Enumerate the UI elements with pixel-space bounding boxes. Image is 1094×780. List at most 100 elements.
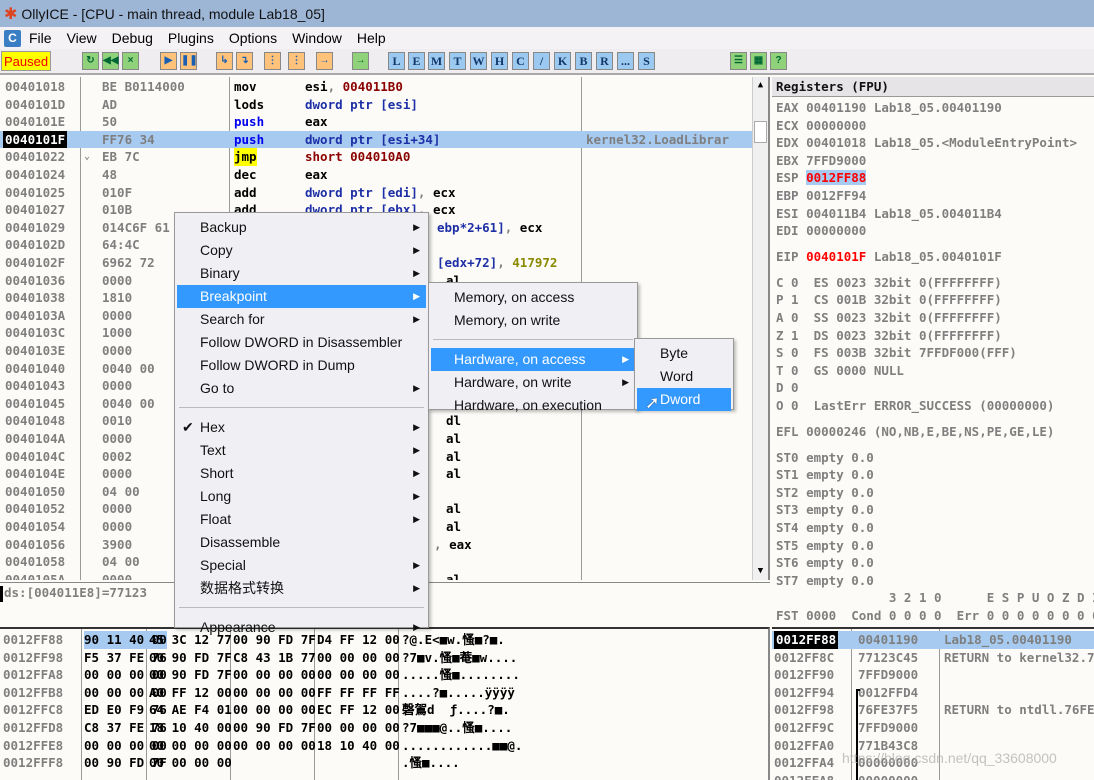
menu-item-copy[interactable]: Copy ▶ (177, 239, 426, 262)
menu-view[interactable]: View (67, 30, 97, 46)
stack-row[interactable]: 0012FFA8 00000000 (772, 772, 1094, 780)
open-icon[interactable]: ↻ (82, 52, 99, 70)
dump-row[interactable]: 0012FFC8 ED E0 F9 76 64 AE F4 01 00 00 00 0… (0, 701, 768, 719)
current-instruction-row[interactable]: 0040101F FF76 34 push dword ptr [esi+34] ker… (0, 130, 752, 149)
pause-icon[interactable]: ❚❚ (180, 52, 198, 70)
fst-row[interactable]: FST 0000 Cond 0 0 0 0 Err 0 0 0 0 0 0 0 … (776, 607, 1094, 625)
dump-row[interactable]: 0012FFF8 00 90 FD 7F 00 00 00 00 .慅■.... (0, 754, 768, 772)
stack-row[interactable]: 0012FF90 7FFD9000 (772, 666, 1094, 684)
stack-row[interactable]: 0012FF88 00401190 Lab18_05.00401190 (772, 631, 1094, 649)
menu-item-short[interactable]: Short ▶ (177, 462, 426, 485)
fpu-row[interactable]: ST0 empty 0.0 (776, 449, 1094, 467)
execute-till-return-icon[interactable]: → (316, 52, 333, 70)
menu-help[interactable]: Help (357, 30, 386, 46)
disasm-row[interactable]: 0040101D AD lods dword ptr [esi] (0, 96, 752, 114)
stack-row[interactable]: 0012FF98 76FE37F5 RETURN to ntdll.76FE37F5 (772, 701, 1094, 719)
flag-row[interactable]: A 0 SS 0023 32bit 0(FFFFFFFF) (776, 309, 1094, 327)
fpu-row[interactable]: ST6 empty 0.0 (776, 554, 1094, 572)
stack-row[interactable]: 0012FF8C 77123C45 RETURN to kernel32.77123… (772, 649, 1094, 667)
menu-item-float[interactable]: Float ▶ (177, 508, 426, 531)
menu-item-appearance[interactable]: Appearance ▶ (177, 616, 426, 639)
dump-row[interactable]: 0012FFE8 00 00 00 00 00 00 00 00 00 00 00 0… (0, 737, 768, 755)
menu-item-text[interactable]: Text ▶ (177, 439, 426, 462)
run-trace-icon[interactable]: ... (617, 52, 634, 70)
memory-dump-pane[interactable]: 0012FF88 90 11 40 00 45 3C 12 77 00 90 FD 7… (0, 627, 770, 780)
log-window-icon[interactable]: L (388, 52, 405, 70)
menu-item-follow-dword-in-disassembler[interactable]: Follow DWORD in Disassembler (177, 331, 426, 354)
trace-over-icon[interactable]: ⋮ (288, 52, 305, 70)
registers-header[interactable]: Registers (FPU) (772, 77, 1094, 97)
register-ebx[interactable]: EBX 7FFD9000 (776, 152, 1094, 170)
menu-item-memory-on-write[interactable]: Memory, on write (431, 309, 635, 332)
menu-item-breakpoint[interactable]: Breakpoint ▶ (177, 285, 426, 308)
menu-item-hardware-on-write[interactable]: Hardware, on write ▶ (431, 371, 635, 394)
menu-item-hardware-on-access[interactable]: Hardware, on access ▶ (431, 348, 635, 371)
flag-row[interactable]: P 1 CS 001B 32bit 0(FFFFFFFF) (776, 291, 1094, 309)
menu-item-follow-dword-in-dump[interactable]: Follow DWORD in Dump (177, 354, 426, 377)
register-eip[interactable]: EIP 0040101F Lab18_05.0040101F (776, 248, 1094, 266)
menu-item-byte[interactable]: Byte (637, 342, 731, 365)
flag-row[interactable]: S 0 FS 003B 32bit 7FFDF000(FFF) (776, 344, 1094, 362)
menu-item-backup[interactable]: Backup ▶ (177, 216, 426, 239)
references-icon[interactable]: R (596, 52, 613, 70)
fpu-row[interactable]: ST4 empty 0.0 (776, 519, 1094, 537)
step-into-icon[interactable]: ↳ (216, 52, 233, 70)
register-eax[interactable]: EAX 00401190 Lab18_05.00401190 (776, 99, 1094, 117)
menu-item-memory-on-access[interactable]: Memory, on access (431, 286, 635, 309)
list-icon[interactable]: ☰ (730, 52, 747, 70)
run-icon[interactable]: ▶ (160, 52, 177, 70)
menu-item-hex[interactable]: ✔ Hex ▶ (177, 416, 426, 439)
step-over-icon[interactable]: ↴ (236, 52, 253, 70)
dump-row[interactable]: 0012FFA8 00 00 00 00 00 90 FD 7F 00 00 00 0… (0, 666, 768, 684)
scroll-up-icon[interactable]: ▲ (753, 77, 768, 94)
menu-item-word[interactable]: Word (637, 365, 731, 388)
patches-icon[interactable]: / (533, 52, 550, 70)
dump-row[interactable]: 0012FF98 F5 37 FE 76 00 90 FD 7F C8 43 1B 7… (0, 649, 768, 667)
menu-item-search-for[interactable]: Search for ▶ (177, 308, 426, 331)
disasm-row[interactable]: 00401025 010F add dword ptr [edi], ecx (0, 184, 752, 202)
register-edx[interactable]: EDX 00401018 Lab18_05.<ModuleEntryPoint> (776, 134, 1094, 152)
disasm-row[interactable]: 0040101E 50 push eax (0, 113, 752, 131)
help-icon[interactable]: ? (770, 52, 787, 70)
menu-options[interactable]: Options (229, 30, 277, 46)
disasm-row[interactable]: 00401018 BE B0114000 mov esi, 004011B0 (0, 78, 752, 96)
modules-icon[interactable]: E (408, 52, 425, 70)
close-icon[interactable]: × (122, 52, 139, 70)
menu-item-binary[interactable]: Binary ▶ (177, 262, 426, 285)
menu-item-special[interactable]: Special ▶ (177, 554, 426, 577)
trace-into-icon[interactable]: ⋮ (264, 52, 281, 70)
flag-row[interactable]: T 0 GS 0000 NULL (776, 362, 1094, 380)
flag-row[interactable]: Z 1 DS 0023 32bit 0(FFFFFFFF) (776, 327, 1094, 345)
register-ebp[interactable]: EBP 0012FF94 (776, 187, 1094, 205)
fst-header-row[interactable]: 3 2 1 0 E S P U O Z D I (776, 589, 1094, 607)
source-icon[interactable]: S (638, 52, 655, 70)
restart-icon[interactable]: ◀◀ (102, 52, 119, 70)
memory-icon[interactable]: M (428, 52, 445, 70)
stack-row[interactable]: 0012FF9C 7FFD9000 (772, 719, 1094, 737)
cpu-icon[interactable]: C (512, 52, 529, 70)
fpu-row[interactable]: ST1 empty 0.0 (776, 466, 1094, 484)
scroll-thumb[interactable] (754, 121, 767, 143)
windows-icon[interactable]: W (470, 52, 487, 70)
menu-item-hardware-on-execution[interactable]: Hardware, on execution (431, 394, 635, 417)
scroll-down-icon[interactable]: ▼ (753, 563, 768, 580)
menu-item-go-to[interactable]: Go to ▶ (177, 377, 426, 400)
register-esi[interactable]: ESI 004011B4 Lab18_05.004011B4 (776, 205, 1094, 223)
breakpoints-icon[interactable]: B (575, 52, 592, 70)
goto-icon[interactable]: → (352, 52, 369, 70)
threads-icon[interactable]: T (449, 52, 466, 70)
fpu-row[interactable]: ST2 empty 0.0 (776, 484, 1094, 502)
registers-pane[interactable]: Registers (FPU) EAX 00401190 Lab18_05.00… (772, 77, 1094, 625)
dump-row[interactable]: 0012FFB8 00 00 00 00 A0 FF 12 00 00 00 00 0… (0, 684, 768, 702)
register-ecx[interactable]: ECX 00000000 (776, 117, 1094, 135)
fpu-row[interactable]: ST3 empty 0.0 (776, 501, 1094, 519)
dump-row[interactable]: 0012FFD8 C8 37 FE 76 18 10 40 00 00 90 FD 7… (0, 719, 768, 737)
menu-item-[interactable]: 数据格式转换 ▶ (177, 577, 426, 600)
flag-row[interactable]: D 0 (776, 379, 1094, 397)
stack-row[interactable]: 0012FF94 0012FFD4 (772, 684, 1094, 702)
menu-file[interactable]: File (29, 30, 52, 46)
flag-row[interactable]: C 0 ES 0023 32bit 0(FFFFFFFF) (776, 274, 1094, 292)
menu-item-disassemble[interactable]: Disassemble (177, 531, 426, 554)
colors-icon[interactable]: ▦ (750, 52, 767, 70)
register-edi[interactable]: EDI 00000000 (776, 222, 1094, 240)
